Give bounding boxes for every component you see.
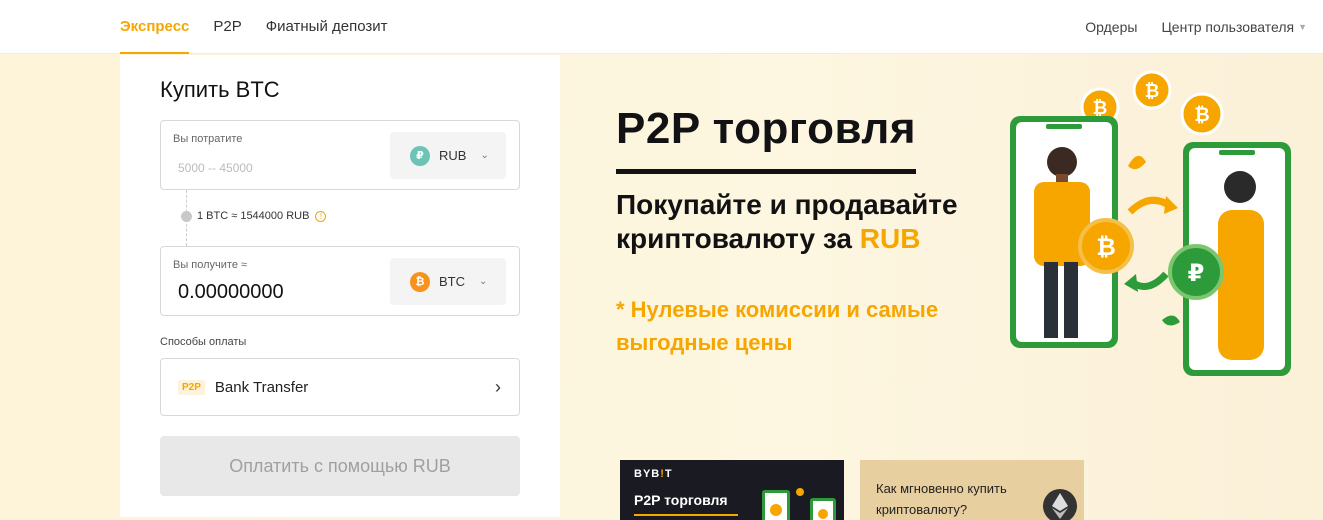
tab-fiat-deposit[interactable]: Фиатный депозит — [266, 0, 388, 54]
svg-text:₿: ₿ — [1096, 233, 1116, 261]
bitcoin-coin-icon: ₿ — [1132, 70, 1172, 110]
promo-card-p2p[interactable]: BYB!T P2P торговля — [620, 460, 844, 520]
phones-thumbnail-icon — [762, 488, 836, 520]
rub-coin-icon: ₽ — [410, 145, 430, 166]
info-icon[interactable]: ! — [315, 210, 327, 222]
receive-currency-code: BTC — [439, 274, 465, 289]
hero-note: * Нулевые комиссии и самые выгодные цены — [616, 297, 939, 355]
spend-currency-code: RUB — [439, 148, 467, 163]
chevron-down-icon: ⌄ — [480, 150, 489, 161]
exchange-rate: 1 BTC ≈ 1544000 RUB ! — [181, 210, 327, 222]
promo-card-how-to-buy[interactable]: Как мгновенно купить криптовалюту? — [860, 460, 1084, 520]
spend-label: Вы потратите — [173, 133, 243, 145]
receive-field[interactable]: Вы получите ≈ 0.00000000 ₿ BTC ⌄ — [160, 246, 520, 316]
tab-express[interactable]: Экспресс — [120, 0, 190, 54]
bitcoin-coin-icon: ₿ — [1078, 218, 1134, 274]
svg-text:₽: ₽ — [1188, 259, 1205, 287]
promo-card-title: P2P торговля — [634, 492, 728, 508]
promo-card-text: Как мгновенно купить криптовалюту? — [876, 481, 1007, 517]
payment-method-bank-transfer[interactable]: P2P Bank Transfer › — [160, 358, 520, 416]
p2p-trade-illustration: ₿ ₿ ₿ ₿ ₽ — [1010, 70, 1291, 376]
svg-text:₿: ₿ — [1145, 81, 1160, 102]
receive-currency-select[interactable]: ₿ BTC ⌄ — [390, 258, 506, 305]
promo-card-underline — [634, 514, 738, 516]
payment-method-name: Bank Transfer — [214, 378, 309, 396]
payment-methods-label: Способы оплаты — [160, 336, 247, 348]
receive-amount: 0.00000000 — [178, 281, 284, 303]
panel-title: Купить BTC — [160, 77, 280, 102]
pay-button[interactable]: Оплатить с помощью RUB — [160, 436, 520, 496]
rate-text: 1 BTC ≈ 1544000 RUB — [197, 210, 310, 222]
bitcoin-coin-icon: ₿ — [1180, 92, 1224, 136]
spend-input[interactable]: 5000 -- 45000 — [178, 161, 378, 175]
receive-label: Вы получите ≈ — [173, 259, 248, 271]
chevron-down-icon: ⌄ — [479, 276, 488, 287]
hero-subtitle: Покупайте и продавайте криптовалюту за R… — [616, 188, 1036, 256]
svg-text:₿: ₿ — [1194, 104, 1209, 126]
ethereum-coin-icon — [1043, 489, 1077, 520]
hero-subtitle-accent: RUB — [859, 223, 921, 254]
hero-underline — [616, 169, 916, 174]
buy-panel: Купить BTC Вы потратите 5000 -- 45000 ₽ … — [120, 55, 560, 517]
svg-text:₿: ₿ — [1093, 98, 1108, 119]
nav-tabs: Экспресс P2P Фиатный депозит — [120, 0, 412, 54]
user-center-menu[interactable]: Центр пользователя ▼ — [1161, 19, 1307, 35]
rate-dot-icon — [181, 210, 192, 222]
p2p-badge: P2P — [178, 379, 205, 395]
nav-right: Ордеры Центр пользователя ▼ — [1061, 0, 1307, 54]
tab-p2p[interactable]: P2P — [213, 0, 241, 54]
btc-coin-icon: ₿ — [410, 271, 430, 292]
user-center-label: Центр пользователя — [1161, 19, 1295, 35]
ruble-coin-icon: ₽ — [1168, 244, 1224, 300]
hero-title: P2P торговля — [616, 104, 917, 153]
top-navigation: Экспресс P2P Фиатный депозит Ордеры Цент… — [0, 0, 1323, 54]
bybit-logo: BYB!T — [634, 468, 673, 480]
chevron-right-icon: › — [495, 377, 501, 397]
caret-down-icon: ▼ — [1298, 22, 1307, 32]
orders-link[interactable]: Ордеры — [1085, 19, 1137, 35]
spend-field[interactable]: Вы потратите 5000 -- 45000 ₽ RUB ⌄ — [160, 120, 520, 190]
spend-currency-select[interactable]: ₽ RUB ⌄ — [390, 132, 506, 179]
